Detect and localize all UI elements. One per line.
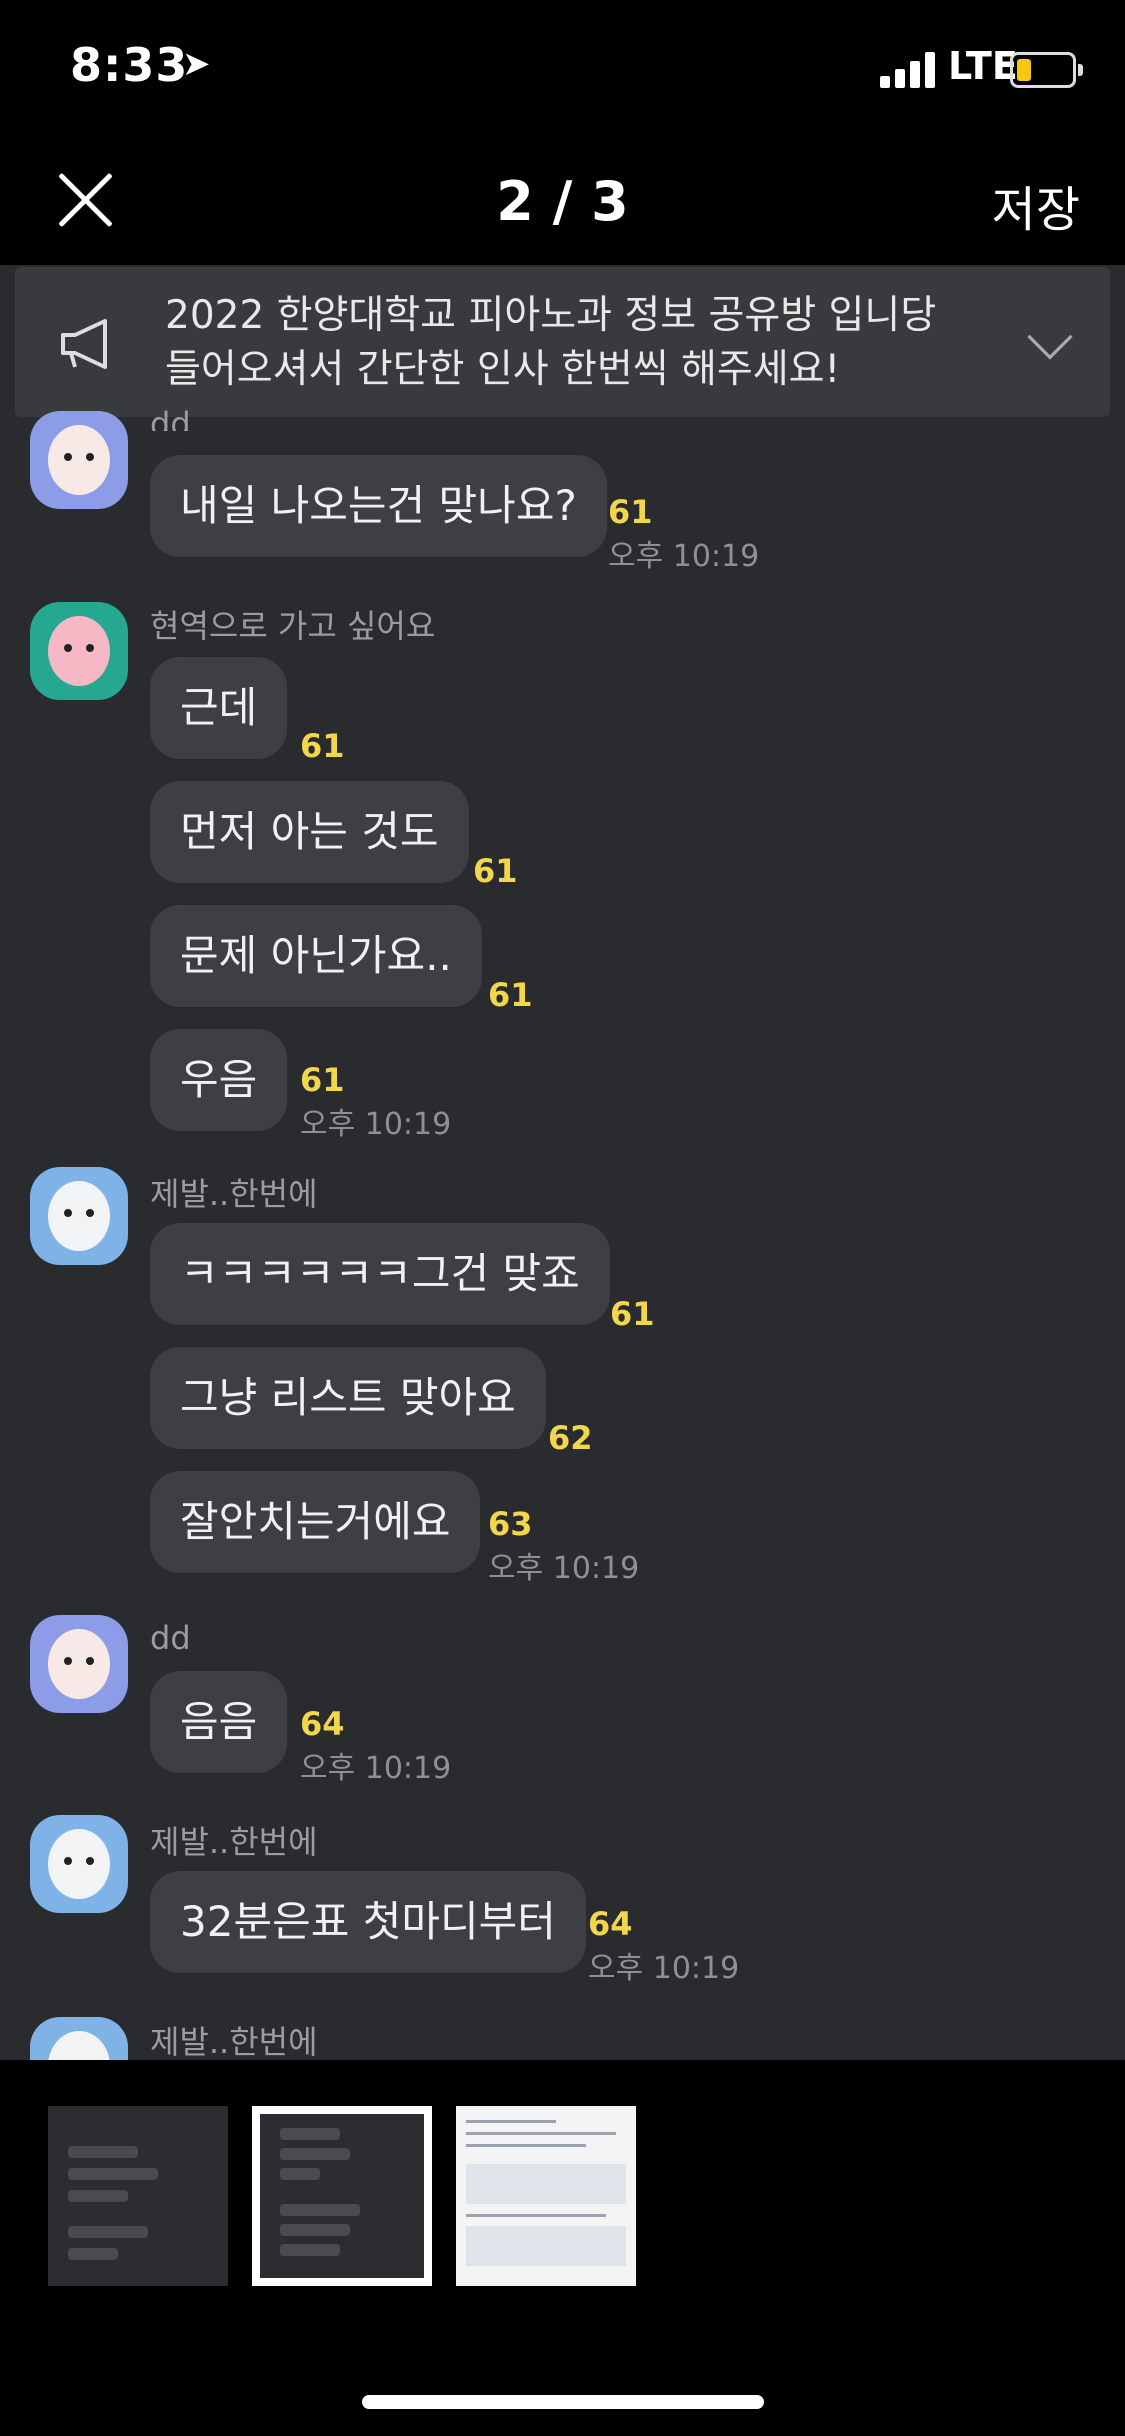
sender-name: 제발..한번에 [150, 1823, 318, 1861]
avatar[interactable] [30, 602, 128, 700]
viewer-header: 2 / 3 저장 [0, 130, 1125, 265]
message-bubble[interactable]: 문제 아닌가요.. [150, 905, 482, 1007]
sender-name: 제발..한번에 [150, 1175, 318, 1213]
unread-count: 61 [608, 493, 653, 531]
avatar[interactable] [30, 411, 128, 509]
message-bubble[interactable]: 먼저 아는 것도 [150, 781, 469, 883]
notice-line-2: 들어오셔서 간단한 인사 한번씩 해주세요! [165, 347, 841, 392]
message-bubble[interactable]: ㅋㅋㅋㅋㅋㅋ그건 맞죠 [150, 1223, 610, 1325]
message-bubble[interactable]: 잘안치는거에요 [150, 1471, 481, 1573]
message-time: 오후 10:19 [588, 1951, 740, 1986]
message-bubble[interactable]: 내일 나오는건 맞나요? [150, 455, 607, 557]
thumbnail-2-selected[interactable] [252, 2106, 432, 2286]
unread-count: 61 [300, 727, 345, 765]
sender-name: 제발..한번에 [150, 2023, 318, 2060]
unread-count: 64 [300, 1705, 345, 1743]
home-indicator[interactable] [362, 2395, 764, 2409]
status-bar: 8:33 ➤ LTE [0, 0, 1125, 130]
message-time: 오후 10:19 [488, 1551, 640, 1586]
location-arrow-icon: ➤ [182, 44, 211, 84]
avatar[interactable] [30, 2017, 128, 2060]
unread-count: 61 [473, 852, 518, 890]
message-time: 오후 10:19 [608, 539, 760, 574]
message-time: 오후 10:19 [300, 1751, 452, 1786]
message-bubble[interactable]: 32분은표 첫마디부터 [150, 1871, 586, 1973]
message-bubble[interactable]: 그냥 리스트 맞아요 [150, 1347, 546, 1449]
notice-banner[interactable]: 2022 한양대학교 피아노과 정보 공유방 입니당 들어오셔서 간단한 인사 … [15, 267, 1110, 417]
avatar[interactable] [30, 1615, 128, 1713]
unread-count: 61 [488, 976, 533, 1014]
notice-text: 2022 한양대학교 피아노과 정보 공유방 입니당 들어오셔서 간단한 인사 … [165, 289, 936, 397]
chat-screenshot: 2022 한양대학교 피아노과 정보 공유방 입니당 들어오셔서 간단한 인사 … [0, 265, 1125, 2060]
unread-count: 64 [588, 1905, 633, 1943]
message-bubble[interactable]: 근데 [150, 657, 288, 759]
thumbnail-1[interactable] [48, 2106, 228, 2286]
network-label: LTE [948, 44, 1018, 88]
status-time: 8:33 [70, 38, 189, 92]
notice-line-1: 2022 한양대학교 피아노과 정보 공유방 입니당 [165, 293, 937, 338]
message-time: 오후 10:19 [300, 1107, 452, 1142]
battery-icon [1010, 52, 1083, 88]
sender-name: dd [150, 405, 191, 431]
thumbnail-3[interactable] [456, 2106, 636, 2286]
avatar[interactable] [30, 1167, 128, 1265]
thumbnail-strip [0, 2060, 1125, 2300]
avatar[interactable] [30, 1815, 128, 1913]
unread-count: 62 [548, 1419, 593, 1457]
save-button[interactable]: 저장 [992, 170, 1080, 240]
message-bubble[interactable]: 우음 [150, 1029, 288, 1131]
chevron-down-icon[interactable] [1027, 314, 1073, 360]
sender-name: dd [150, 1619, 191, 1657]
sender-name: 현역으로 가고 싶어요 [150, 607, 436, 645]
unread-count: 61 [610, 1295, 655, 1333]
megaphone-icon [61, 319, 107, 369]
signal-icon [880, 52, 940, 88]
image-counter: 2 / 3 [496, 170, 629, 233]
message-bubble[interactable]: 음음 [150, 1671, 288, 1773]
unread-count: 63 [488, 1505, 533, 1543]
unread-count: 61 [300, 1061, 345, 1099]
